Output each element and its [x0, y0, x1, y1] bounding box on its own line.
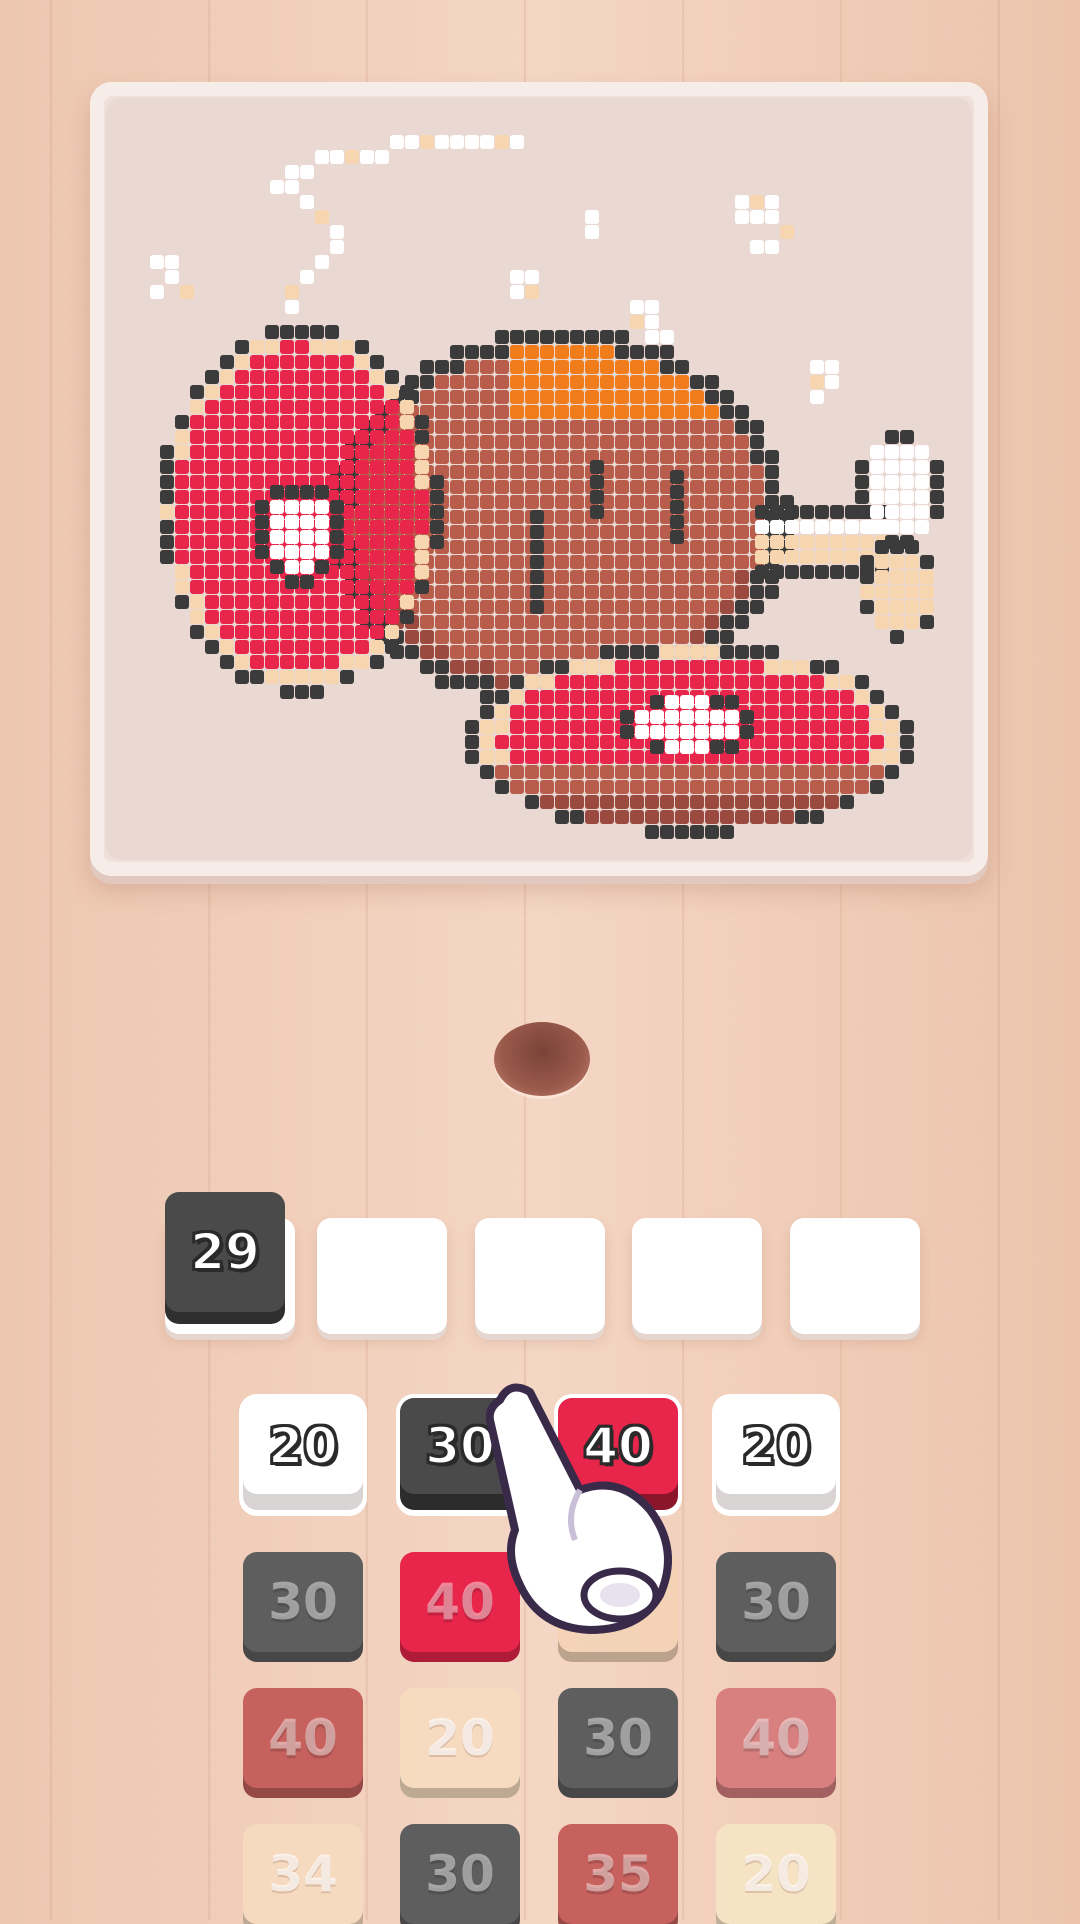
tile-value: 20	[741, 1845, 811, 1903]
collected-tile: 29	[165, 1192, 285, 1312]
locked-tile: 30	[558, 1688, 678, 1788]
locked-tile: 30	[716, 1552, 836, 1652]
collector-slot	[632, 1218, 762, 1334]
tile-value: 30	[583, 1709, 653, 1767]
locked-tile: 20	[716, 1824, 836, 1924]
tile-value: 20	[740, 1416, 812, 1476]
pointing-hand-icon	[485, 1383, 672, 1634]
tile-value: 30	[425, 1845, 495, 1903]
tile-value: 20	[267, 1416, 339, 1476]
selectable-tile[interactable]: 20	[243, 1398, 363, 1494]
tile-value: 30	[741, 1573, 811, 1631]
tile-value: 34	[268, 1845, 338, 1903]
locked-tile: 34	[243, 1824, 363, 1924]
drop-hole	[494, 1022, 590, 1096]
tile-value: 40	[741, 1709, 811, 1767]
tile-value: 35	[583, 1845, 653, 1903]
tile-value: 20	[425, 1709, 495, 1767]
locked-tile: 40	[716, 1688, 836, 1788]
locked-tile: 20	[400, 1688, 520, 1788]
locked-tile: 30	[243, 1552, 363, 1652]
tile-value: 30	[268, 1573, 338, 1631]
selectable-tile[interactable]: 20	[716, 1398, 836, 1494]
pixel-art-ham	[150, 135, 944, 839]
tile-value: 40	[268, 1709, 338, 1767]
locked-tile: 40	[243, 1688, 363, 1788]
collected-tile-value: 29	[189, 1222, 261, 1282]
collector-slot	[475, 1218, 605, 1334]
collector-slot	[790, 1218, 920, 1334]
collector-slot	[317, 1218, 447, 1334]
locked-tile: 35	[558, 1824, 678, 1924]
locked-tile: 30	[400, 1824, 520, 1924]
